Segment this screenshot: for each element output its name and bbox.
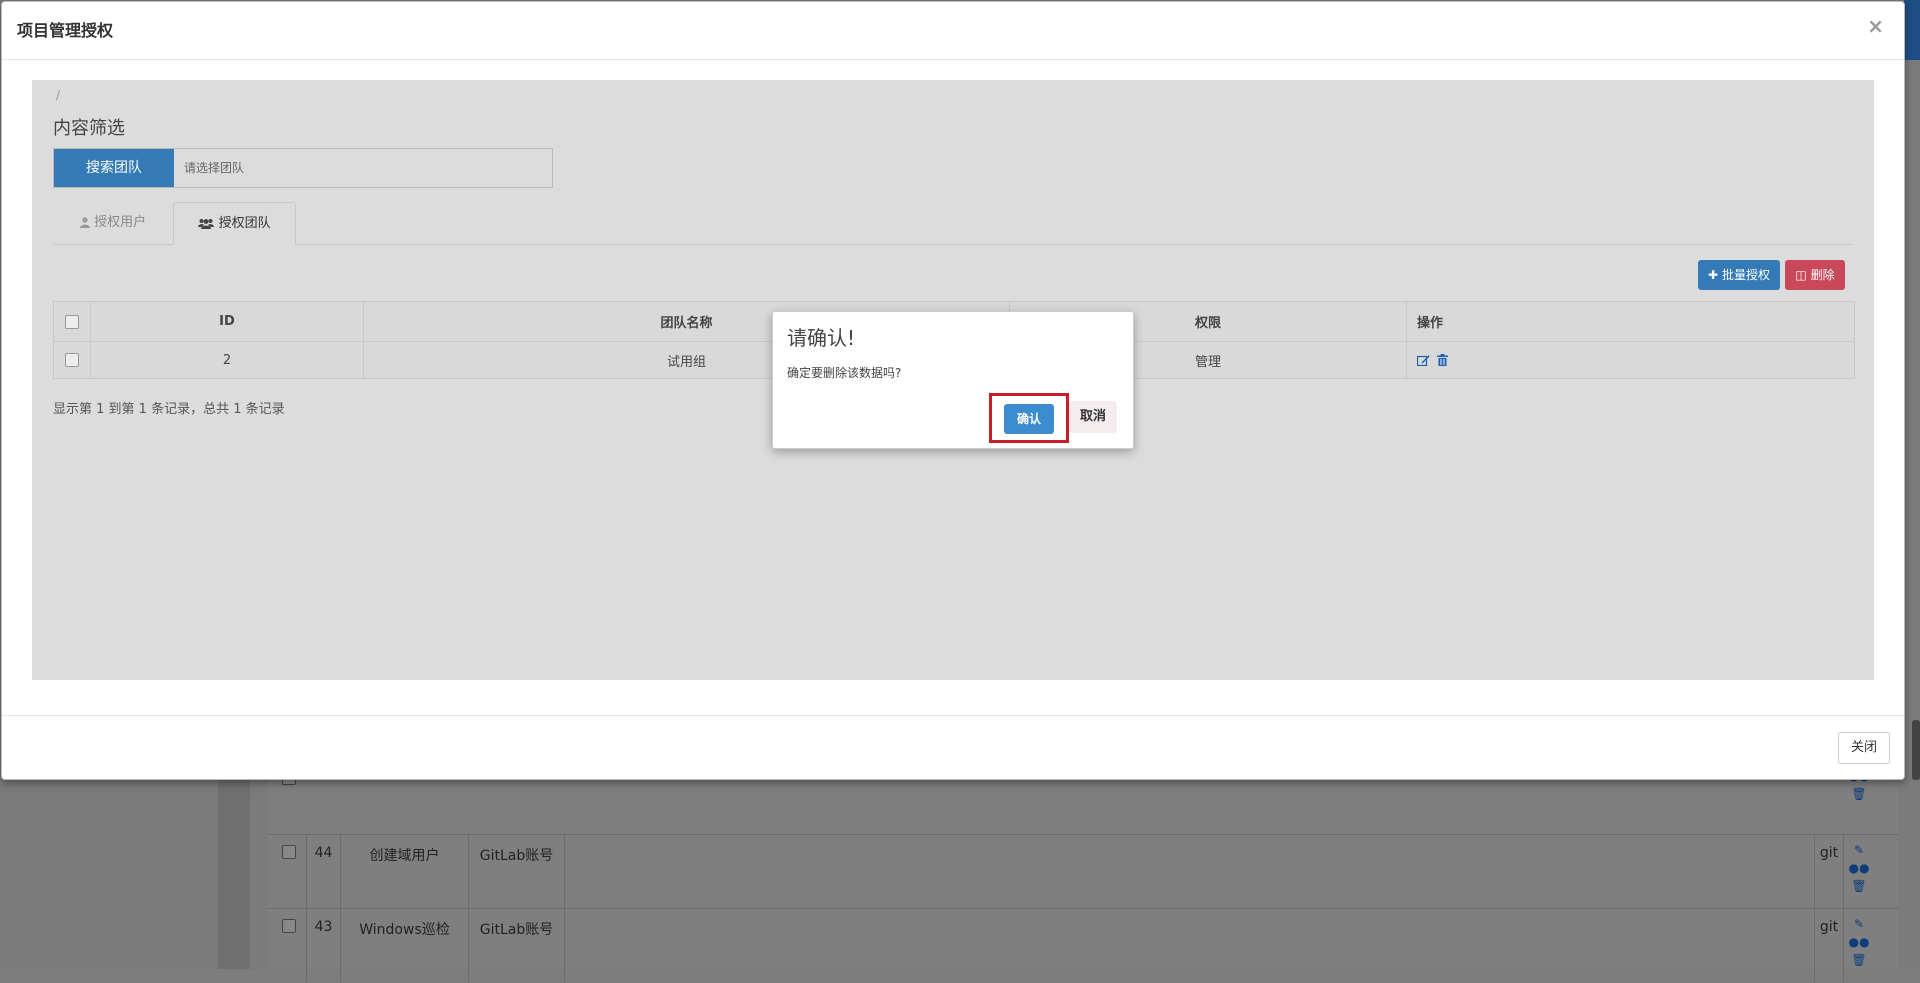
plus-icon: ✚ bbox=[1708, 268, 1719, 282]
background-scrollbar[interactable] bbox=[1912, 720, 1920, 780]
column-header-id[interactable]: ID bbox=[90, 301, 364, 342]
filter-title: 内容筛选 bbox=[53, 118, 125, 139]
confirm-title: 请确认! bbox=[787, 326, 856, 350]
team-select-input[interactable] bbox=[174, 149, 552, 187]
row-checkbox[interactable] bbox=[282, 919, 296, 933]
team-icon[interactable]: ●● bbox=[1844, 859, 1874, 877]
tab-label: 授权团队 bbox=[218, 216, 271, 231]
modal-footer: 关闭 bbox=[2, 715, 1904, 780]
background-sidebar-edge bbox=[218, 760, 250, 969]
select-all-checkbox[interactable] bbox=[65, 314, 79, 329]
trash-icon[interactable]: 🗑 bbox=[1844, 785, 1874, 803]
row-name: 创建域用户 bbox=[340, 835, 468, 909]
confirm-highlight-frame: 确认 bbox=[989, 393, 1069, 443]
row-actions: ✎ ●● 🗑 bbox=[1844, 841, 1874, 895]
batch-authorize-label: 批量授权 bbox=[1721, 268, 1770, 282]
trash-icon[interactable]: 🗑 bbox=[1844, 877, 1874, 895]
close-icon[interactable]: × bbox=[1867, 14, 1884, 38]
trash-icon[interactable] bbox=[1437, 354, 1449, 366]
table-row: 44 创建域用户 GitLab账号 git ✎ ●● 🗑 bbox=[268, 834, 1898, 909]
tab-authorized-teams[interactable]: 授权团队 bbox=[173, 202, 296, 245]
breadcrumb: / bbox=[56, 88, 61, 102]
row-type: GitLab账号 bbox=[468, 835, 564, 909]
row-actions: ✎ ●● 🗑 bbox=[1844, 915, 1874, 969]
row-checkbox[interactable] bbox=[282, 845, 296, 859]
users-icon bbox=[198, 219, 215, 229]
modal-title: 项目管理授权 bbox=[17, 21, 114, 40]
row-checkbox[interactable] bbox=[65, 353, 79, 367]
row-name: Windows巡检 bbox=[340, 909, 468, 983]
row-select-cell bbox=[53, 341, 91, 379]
confirm-ok-button[interactable]: 确认 bbox=[1004, 404, 1054, 434]
row-actions bbox=[1406, 341, 1855, 379]
pagination-summary: 显示第 1 到第 1 条记录，总共 1 条记录 bbox=[53, 402, 285, 417]
footer-close-button[interactable]: 关闭 bbox=[1838, 732, 1890, 764]
column-header-actions: 操作 bbox=[1406, 301, 1855, 342]
edit-icon[interactable]: ✎ bbox=[1844, 915, 1874, 933]
delete-button[interactable]: ◫ 删除 bbox=[1785, 260, 1845, 290]
auth-tabs: 授权用户 授权团队 bbox=[53, 202, 1853, 245]
row-id: 44 bbox=[306, 835, 340, 909]
search-team-button[interactable]: 搜索团队 bbox=[54, 149, 174, 187]
tab-label: 授权用户 bbox=[94, 215, 147, 230]
table-row: 43 Windows巡检 GitLab账号 git ✎ ●● 🗑 bbox=[268, 908, 1898, 983]
confirm-cancel-button[interactable]: 取消 bbox=[1069, 401, 1117, 433]
user-icon bbox=[79, 217, 90, 228]
tab-authorized-users[interactable]: 授权用户 bbox=[53, 202, 173, 244]
modal-header: 项目管理授权 × bbox=[2, 2, 1904, 60]
row-type: GitLab账号 bbox=[468, 909, 564, 983]
row-desc bbox=[564, 835, 1814, 909]
row-repo: git bbox=[1814, 835, 1844, 909]
trash-icon[interactable]: 🗑 bbox=[1844, 951, 1874, 969]
background-table: ●● 🗑 44 创建域用户 GitLab账号 git ✎ ●● 🗑 43 Win… bbox=[268, 760, 1898, 983]
team-icon[interactable]: ●● bbox=[1844, 933, 1874, 951]
confirm-message: 确定要删除该数据吗? bbox=[787, 366, 902, 380]
row-id: 2 bbox=[90, 341, 364, 379]
delete-label: 删除 bbox=[1810, 268, 1835, 282]
background-header-strip bbox=[1904, 0, 1920, 60]
batch-authorize-button[interactable]: ✚ 批量授权 bbox=[1698, 260, 1780, 290]
team-search-group: 搜索团队 bbox=[53, 148, 553, 188]
trash-icon: ◫ bbox=[1795, 268, 1807, 282]
row-repo: git bbox=[1814, 909, 1844, 983]
edit-icon[interactable] bbox=[1417, 354, 1430, 366]
row-desc bbox=[564, 909, 1814, 983]
confirm-dialog: 请确认! 确定要删除该数据吗? 确认 取消 bbox=[772, 311, 1134, 449]
select-all-cell bbox=[53, 301, 91, 342]
row-id: 43 bbox=[306, 909, 340, 983]
edit-icon[interactable]: ✎ bbox=[1844, 841, 1874, 859]
